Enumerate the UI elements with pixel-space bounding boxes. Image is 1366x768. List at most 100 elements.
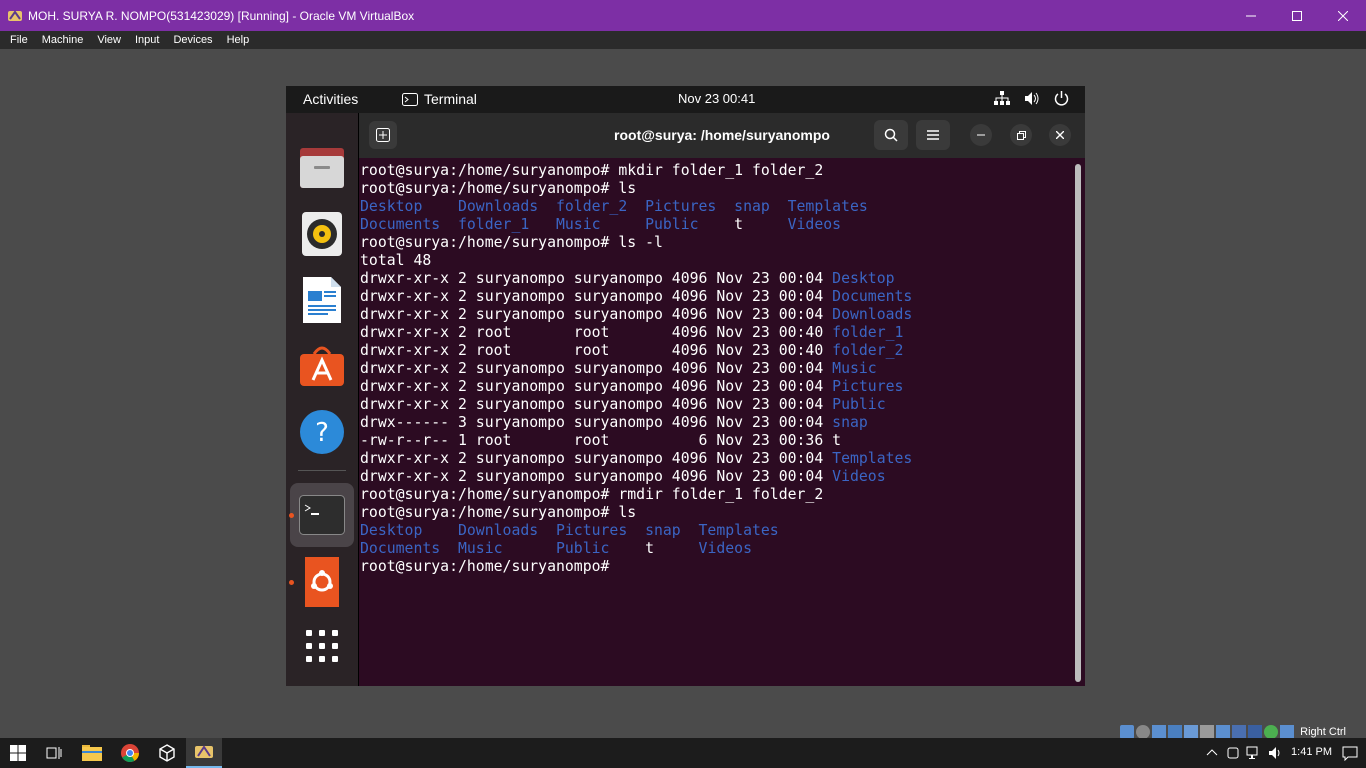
terminal-line: root@surya:/home/suryanompo# (360, 558, 1070, 576)
app-menu[interactable]: Terminal (402, 91, 477, 107)
terminal-line: drwxr-xr-x 2 suryanompo suryanompo 4096 … (360, 396, 1070, 414)
menu-view[interactable]: View (97, 34, 121, 46)
search-button[interactable] (874, 120, 908, 150)
window-title: MOH. SURYA R. NOMPO(531423029) [Running]… (28, 8, 415, 23)
terminal-text: root@surya:/home/suryanompo# ls (360, 180, 637, 197)
terminal-line: drwxr-xr-x 2 suryanompo suryanompo 4096 … (360, 450, 1070, 468)
usb-icon[interactable] (1184, 725, 1199, 739)
files-icon[interactable] (297, 143, 347, 193)
directory-name: Videos (832, 468, 886, 485)
notifications-icon[interactable] (1342, 745, 1358, 766)
terminal-line: drwxr-xr-x 2 suryanompo suryanompo 4096 … (360, 468, 1070, 486)
minimize-button[interactable] (1228, 0, 1274, 31)
close-icon (1056, 131, 1064, 139)
task-view-button[interactable] (36, 738, 72, 768)
task-view-icon (46, 747, 62, 759)
terminal-scrollbar[interactable] (1075, 164, 1081, 682)
keyboard-icon[interactable] (1280, 725, 1295, 739)
rhythmbox-icon[interactable] (297, 209, 347, 259)
terminal-minimize-button[interactable] (970, 124, 992, 146)
hamburger-icon (927, 130, 939, 140)
taskbar-clock[interactable]: 1:41 PM (1291, 746, 1332, 758)
windows-icon (10, 745, 26, 761)
speaker-icon[interactable] (1268, 746, 1284, 765)
menu-button[interactable] (916, 120, 950, 150)
menu-input[interactable]: Input (135, 34, 159, 46)
menu-help[interactable]: Help (227, 34, 250, 46)
directory-name: folder_1 (832, 324, 904, 341)
maximize-button[interactable] (1274, 0, 1320, 31)
terminal-icon[interactable] (290, 483, 354, 547)
app-center-icon[interactable] (297, 341, 347, 391)
terminal-output[interactable]: root@surya:/home/suryanompo# mkdir folde… (360, 162, 1070, 682)
terminal-close-button[interactable] (1049, 124, 1071, 146)
show-apps-icon[interactable] (297, 621, 347, 671)
chevron-up-icon[interactable] (1206, 746, 1218, 764)
directory-name: Documents Music Public (360, 540, 646, 557)
hard-disk-icon[interactable] (1120, 725, 1135, 739)
vbox-title-bar: MOH. SURYA R. NOMPO(531423029) [Running]… (0, 0, 1366, 31)
terminal-text: root@surya:/home/suryanompo# ls -l (360, 234, 663, 251)
optical-drive-icon[interactable] (1136, 725, 1151, 739)
terminal-line: drwxr-xr-x 2 suryanompo suryanompo 4096 … (360, 360, 1070, 378)
vbox-vm-taskbar-icon[interactable] (186, 738, 222, 768)
terminal-line: root@surya:/home/suryanompo# ls (360, 180, 1070, 198)
terminal-text: drwxr-xr-x 2 root root 4096 Nov 23 00:40 (360, 324, 833, 341)
terminal-restore-button[interactable] (1010, 124, 1032, 146)
directory-name: Videos (743, 216, 842, 233)
svg-text:?: ? (315, 418, 329, 448)
terminal-text: total 48 (360, 252, 432, 269)
running-indicator (289, 513, 294, 518)
activities-button[interactable]: Activities (303, 91, 358, 107)
chrome-icon[interactable] (112, 738, 148, 768)
system-menu[interactable] (994, 91, 1069, 106)
libreoffice-writer-icon[interactable] (297, 275, 347, 325)
terminal-line: Documents folder_1 Music Public t Videos (360, 216, 1070, 234)
file-explorer-icon[interactable] (74, 738, 110, 768)
terminal-line: -rw-r--r-- 1 root root 6 Nov 23 00:36 t (360, 432, 1070, 450)
menu-devices[interactable]: Devices (173, 34, 212, 46)
terminal-text: drwxr-xr-x 2 suryanompo suryanompo 4096 … (360, 288, 833, 305)
directory-name: Desktop Downloads Pictures snap Template… (360, 522, 779, 539)
terminal-text: t (645, 540, 654, 557)
close-button[interactable] (1320, 0, 1366, 31)
network-tray-icon[interactable] (1246, 746, 1262, 765)
host-key-label: Right Ctrl (1300, 726, 1346, 738)
terminal-text: drwxr-xr-x 2 root root 4096 Nov 23 00:40 (360, 342, 833, 359)
terminal-line: drwxr-xr-x 2 suryanompo suryanompo 4096 … (360, 306, 1070, 324)
clock[interactable]: Nov 23 00:41 (678, 91, 755, 106)
network-adapter-icon[interactable] (1168, 725, 1183, 739)
terminal-text: drwxr-xr-x 2 suryanompo suryanompo 4096 … (360, 270, 833, 287)
terminal-text: t (734, 216, 744, 233)
terminal-text: root@surya:/home/suryanompo# rmdir folde… (360, 486, 824, 503)
terminal-line: root@surya:/home/suryanompo# ls (360, 504, 1070, 522)
menu-file[interactable]: File (10, 34, 28, 46)
directory-name: Videos (654, 540, 752, 557)
recording-icon[interactable] (1232, 725, 1247, 739)
help-icon[interactable]: ? (297, 407, 347, 457)
terminal-line: Desktop Downloads folder_2 Pictures snap… (360, 198, 1070, 216)
shared-folders-icon[interactable] (1200, 725, 1215, 739)
terminal-text: drwxr-xr-x 2 suryanompo suryanompo 4096 … (360, 306, 833, 323)
start-button[interactable] (0, 738, 36, 768)
usb-tray-icon[interactable] (1226, 746, 1240, 765)
search-icon (884, 128, 898, 142)
menu-machine[interactable]: Machine (42, 34, 84, 46)
guest-screen: Activities Terminal Nov 23 00:41 ? root@… (286, 86, 1085, 686)
mouse-integration-icon[interactable] (1264, 725, 1279, 739)
windows-taskbar: 1:41 PM (0, 738, 1366, 768)
terminal-line: drwxr-xr-x 2 suryanompo suryanompo 4096 … (360, 378, 1070, 396)
display-icon[interactable] (1216, 725, 1231, 739)
ubuntu-icon[interactable] (297, 557, 347, 607)
network-icon (994, 91, 1010, 105)
directory-name: Documents folder_1 Music Public (360, 216, 735, 233)
directory-name: Public (832, 396, 886, 413)
terminal-line: drwxr-xr-x 2 suryanompo suryanompo 4096 … (360, 270, 1070, 288)
audio-icon[interactable] (1152, 725, 1167, 739)
virtualbox-taskbar-icon[interactable] (149, 738, 185, 768)
cpu-icon[interactable] (1248, 725, 1263, 739)
terminal-text: drwxr-xr-x 2 suryanompo suryanompo 4096 … (360, 378, 833, 395)
terminal-line: drwxr-xr-x 2 suryanompo suryanompo 4096 … (360, 288, 1070, 306)
terminal-text: drwxr-xr-x 2 suryanompo suryanompo 4096 … (360, 468, 833, 485)
directory-name: Documents (832, 288, 913, 305)
